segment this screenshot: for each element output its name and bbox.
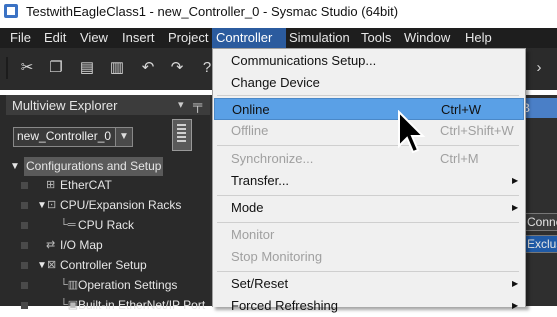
status-box [21,242,28,249]
menu-project[interactable]: Project [164,28,212,48]
tree-item-label: I/O Map [60,238,103,252]
pin-icon[interactable]: ▾ [178,98,184,111]
menu-item-label: Set/Reset [231,276,289,291]
menu-item-label: Online [232,102,270,117]
menu-item-stop-monitoring[interactable]: Stop Monitoring [214,246,524,268]
explorer-title: Multiview Explorer [12,98,118,113]
menu-edit[interactable]: Edit [40,28,70,48]
menu-separator [217,145,519,146]
menu-item-change-device[interactable]: Change Device [214,72,524,94]
expand-toggle-icon[interactable]: ▼ [10,157,20,176]
tree-item-io-map[interactable]: ⇄ I/O Map [0,236,210,255]
mouse-cursor-icon [398,110,426,154]
menu-item-forced-refreshing[interactable]: Forced Refreshing ▶ [214,295,524,317]
tree-item-ethercat[interactable]: ⊞ EtherCAT [0,176,210,195]
menu-item-set-reset[interactable]: Set/Reset ▶ [214,273,524,295]
chevron-down-icon[interactable]: ▼ [115,128,132,146]
controller-setup-icon: ⊠ [47,259,57,271]
controller-menu: Communications Setup... Change Device On… [212,48,526,313]
menu-help[interactable]: Help [461,28,496,48]
submenu-arrow-icon: ▶ [512,279,519,288]
tree-item-operation-settings[interactable]: └▥ Operation Settings [0,276,210,295]
menu-item-monitor[interactable]: Monitor [214,224,524,246]
menu-item-label: Synchronize... [231,151,314,166]
pin-panel-icon[interactable]: ╤ [193,97,202,112]
status-box [21,182,28,189]
menu-file[interactable]: File [6,28,35,48]
status-box [21,202,28,209]
menu-item-label: Monitor [231,227,275,242]
rack-icon: ⊡ [47,199,57,211]
menu-bar: File Edit View Insert Project Controller… [0,28,557,48]
menu-item-label: Transfer... [231,173,290,188]
menu-window[interactable]: Window [400,28,454,48]
menu-item-label: Offline [231,123,269,138]
tree-item-label: CPU/Expansion Racks [60,198,182,212]
menu-simulation[interactable]: Simulation [285,28,354,48]
undo-icon[interactable]: ↶ [139,59,157,77]
menu-item-label: Communications Setup... [231,53,377,68]
expand-toggle-icon[interactable]: ▼ [37,196,47,215]
copy-icon[interactable]: ❐ [47,59,65,77]
menu-view[interactable]: View [76,28,112,48]
menu-tools[interactable]: Tools [357,28,395,48]
controller-status-icon [172,119,192,151]
delete-icon[interactable]: ▥ [108,59,126,77]
menu-separator [217,95,519,96]
menu-item-label: Stop Monitoring [231,249,323,264]
menu-controller[interactable]: Controller [212,28,286,48]
menu-item-label: Forced Refreshing [231,298,338,313]
submenu-arrow-icon: ▶ [512,176,519,185]
paste-icon[interactable]: ▤ [78,59,96,77]
menu-item-label: Change Device [231,75,320,90]
menu-item-online[interactable]: Online Ctrl+W [214,98,524,120]
tree-item-cpu-rack[interactable]: └═ CPU Rack [0,216,210,235]
ethercat-icon: ⊞ [46,179,56,191]
tree-item-label: EtherCAT [60,178,112,192]
cut-icon[interactable]: ✂ [18,59,36,77]
cpu-rack-icon: └═ [60,219,76,231]
status-box [21,262,28,269]
status-box [21,282,28,289]
redo-icon[interactable]: ↷ [168,59,186,77]
exclusive-cell[interactable]: Exclusiv [524,235,557,253]
tree-item-label: CPU Rack [78,218,135,232]
multiview-explorer: Multiview Explorer ▾ ╤ new_Controller_0 … [0,95,210,312]
tree-item-configurations[interactable]: ▼ Configurations and Setup [0,157,210,176]
menu-item-offline[interactable]: Offline Ctrl+Shift+W [214,120,524,142]
controller-select[interactable]: new_Controller_0 ▼ [13,127,133,147]
menu-separator [217,222,519,223]
app-icon [4,4,18,18]
menu-item-transfer[interactable]: Transfer... ▶ [214,170,524,192]
menu-separator [217,271,519,272]
tree-item-controller-setup[interactable]: ▼ ⊠ Controller Setup [0,256,210,275]
tree-item-cpu-expansion-racks[interactable]: ▼ ⊡ CPU/Expansion Racks [0,196,210,215]
menu-item-label: Mode [231,200,264,215]
tree-item-label: Controller Setup [60,258,147,272]
menu-separator [217,195,519,196]
menu-item-mode[interactable]: Mode ▶ [214,197,524,219]
menu-insert[interactable]: Insert [118,28,159,48]
menu-item-shortcut: Ctrl+Shift+W [440,123,514,138]
expand-toggle-icon[interactable]: ▼ [37,256,47,275]
explorer-header: Multiview Explorer ▾ ╤ [6,95,210,115]
toolbar-more-icon[interactable]: › [530,59,548,77]
submenu-arrow-icon: ▶ [512,301,519,310]
menu-item-shortcut: Ctrl+M [440,151,479,166]
menu-item-synchronize[interactable]: Synchronize... Ctrl+M [214,148,524,170]
io-map-icon: ⇄ [46,239,56,251]
toolbar-separator [6,57,8,79]
status-box [21,222,28,229]
connection-cell[interactable]: Conne [524,213,557,231]
submenu-arrow-icon: ▶ [512,203,519,212]
menu-item-shortcut: Ctrl+W [441,102,482,117]
tree-item-label: Operation Settings [78,278,178,292]
title-bar: TestwithEagleClass1 - new_Controller_0 -… [0,0,557,24]
window-title: TestwithEagleClass1 - new_Controller_0 -… [26,4,399,19]
controller-select-value: new_Controller_0 [17,129,112,143]
menu-item-communications-setup[interactable]: Communications Setup... [214,50,524,72]
tree-item-label: Configurations and Setup [24,157,164,176]
